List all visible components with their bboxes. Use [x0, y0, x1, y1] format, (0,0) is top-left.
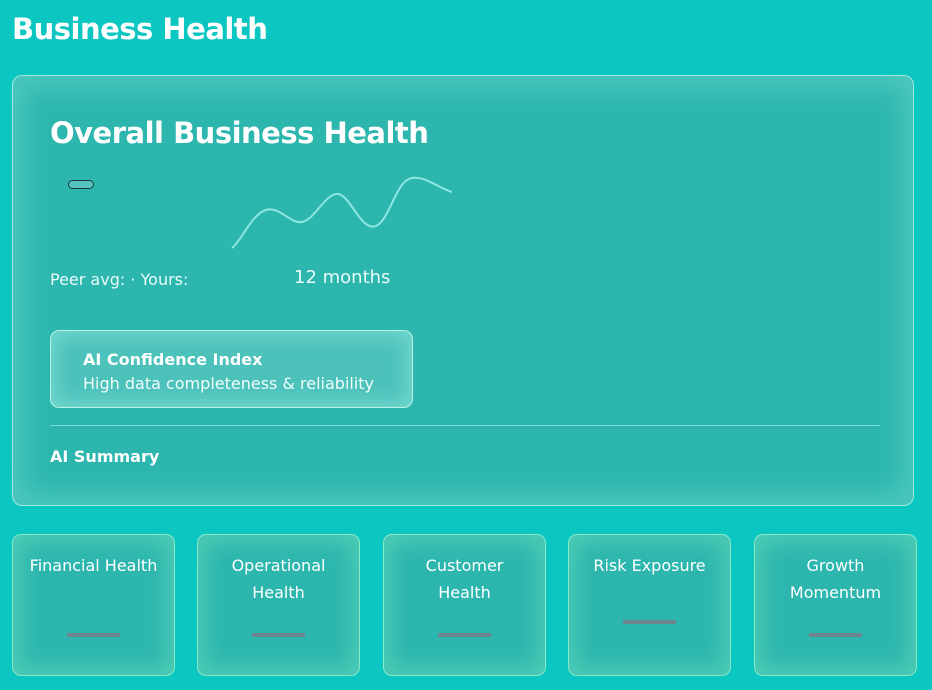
- tile-customer-health[interactable]: Customer Health: [383, 534, 546, 676]
- card-title: Overall Business Health: [50, 116, 429, 150]
- page-title: Business Health: [12, 12, 268, 46]
- tile-label: Customer Health: [425, 556, 504, 602]
- ai-confidence-title: AI Confidence Index: [83, 350, 263, 369]
- tile-value-placeholder: [251, 633, 305, 637]
- tile-operational-health[interactable]: Operational Health: [197, 534, 360, 676]
- tile-label: Financial Health: [29, 556, 158, 575]
- overall-health-card: Overall Business Health Peer avg: · Your…: [12, 75, 914, 506]
- tile-financial-health[interactable]: Financial Health: [12, 534, 175, 676]
- ai-summary-label[interactable]: AI Summary: [50, 447, 159, 466]
- tile-risk-exposure[interactable]: Risk Exposure: [568, 534, 731, 676]
- tile-label: Growth Momentum: [789, 556, 882, 602]
- sparkline-path: [231, 176, 453, 249]
- tile-value-placeholder: [437, 633, 491, 637]
- tile-growth-momentum[interactable]: Growth Momentum: [754, 534, 917, 676]
- peer-comparison: Peer avg: · Yours:: [50, 270, 189, 289]
- tile-value-placeholder: [622, 620, 676, 624]
- ai-confidence-subtitle: High data completeness & reliability: [83, 374, 375, 393]
- divider: [50, 425, 880, 426]
- tile-label: Operational Health: [231, 556, 326, 602]
- period-label: 12 months: [294, 267, 391, 288]
- score-badge: [68, 180, 94, 189]
- ai-confidence-index: AI Confidence Index High data completene…: [50, 330, 413, 408]
- tile-value-placeholder: [808, 633, 862, 637]
- tile-value-placeholder: [66, 633, 120, 637]
- tile-label: Risk Exposure: [593, 556, 706, 575]
- trend-sparkline: [231, 176, 453, 249]
